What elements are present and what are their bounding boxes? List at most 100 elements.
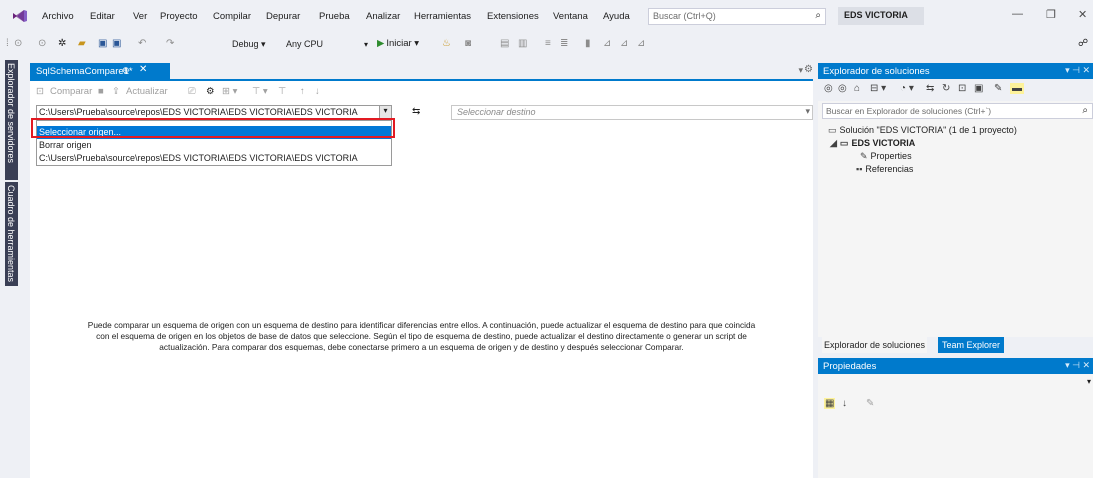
expand-icon[interactable]: ◢: [830, 138, 837, 149]
stop-icon[interactable]: ■: [98, 86, 104, 97]
switch-views-icon[interactable]: ⊟ ▾: [870, 83, 886, 94]
save-icon[interactable]: ▣: [98, 38, 107, 49]
properties-panel: Propiedades ▾ ⊣ ✕ ▾ ▦ ↓ ✎: [818, 358, 1093, 478]
bookmark-next-icon[interactable]: ⊿: [620, 38, 628, 49]
open-folder-icon[interactable]: ▰: [78, 38, 86, 49]
target-dropdown-icon[interactable]: ▾: [805, 106, 810, 117]
group-results-icon[interactable]: ⊞ ▾: [222, 86, 237, 97]
properties-wrench-icon[interactable]: ✎: [994, 83, 1002, 94]
explorer-bottom-tabs: Explorador de soluciones Team Explorer: [818, 337, 1093, 355]
search-input[interactable]: Buscar (Ctrl+Q) ⌕: [648, 8, 826, 25]
forward-icon[interactable]: ⊙: [38, 38, 46, 49]
hot-reload-icon[interactable]: ♨: [442, 38, 451, 49]
visual-studio-logo-icon: [13, 10, 27, 22]
previous-change-icon[interactable]: ↑: [300, 86, 305, 97]
panel-controls-icon[interactable]: ▾ ⊣ ✕: [1065, 360, 1090, 371]
source-value: C:\Users\Prueba\source\repos\EDS VICTORI…: [39, 107, 358, 117]
bookmark-prev-icon[interactable]: ⊿: [603, 38, 611, 49]
forward-icon[interactable]: ◎: [838, 83, 847, 94]
redo-icon[interactable]: ↷: [166, 38, 174, 49]
uncomment-icon[interactable]: ▥: [518, 38, 527, 49]
show-all-files-icon[interactable]: ▣: [974, 83, 983, 94]
pending-changes-icon[interactable]: ◔ ▾: [900, 83, 914, 94]
categorized-icon[interactable]: ▦: [824, 398, 836, 409]
tree-project[interactable]: ◢ ▭ EDS VICTORIA: [830, 138, 915, 149]
close-tab-icon[interactable]: ✕: [139, 64, 147, 75]
search-icon: ⌕: [1082, 105, 1088, 116]
minimize-icon[interactable]: —: [1012, 8, 1023, 20]
platform-value: Any CPU: [286, 39, 324, 49]
panel-controls-icon[interactable]: ▾ ⊣ ✕: [1065, 65, 1090, 76]
tab-sqlschemacompare[interactable]: SqlSchemaCompare1* ⊕ ✕: [30, 63, 170, 79]
comment-icon[interactable]: ▤: [500, 38, 509, 49]
menu-ver[interactable]: Ver: [133, 11, 147, 22]
menu-editar[interactable]: Editar: [90, 11, 115, 22]
menu-archivo[interactable]: Archivo: [42, 11, 74, 22]
tab-team-explorer[interactable]: Team Explorer: [938, 337, 1005, 353]
bookmark-clear-icon[interactable]: ⊿: [637, 38, 645, 49]
tree-references[interactable]: ▪▪ Referencias: [856, 164, 913, 174]
config-select[interactable]: Debug ▾: [228, 36, 270, 53]
tree-properties[interactable]: ✎ Properties: [860, 151, 912, 162]
screenshot-icon[interactable]: ◙: [465, 38, 471, 49]
schema-compare-toolbar: ⊡ Comparar ■ ⇪ Actualizar ⎚ ⚙ ⊞ ▾ ⊤ ▾ ⊤ …: [30, 83, 813, 101]
tab-solution-explorer[interactable]: Explorador de soluciones: [822, 337, 928, 353]
chevron-down-icon[interactable]: ▾: [1087, 377, 1091, 386]
menu-depurar[interactable]: Depurar: [266, 11, 300, 22]
option-recent-source[interactable]: C:\Users\Prueba\source\repos\EDS VICTORI…: [37, 152, 391, 165]
tree-solution[interactable]: ▭ Solución "EDS VICTORIA" (1 de 1 proyect…: [828, 125, 1017, 136]
property-pages-wrench-icon[interactable]: ✎: [866, 398, 874, 409]
update-button[interactable]: Actualizar: [126, 86, 168, 97]
undo-icon[interactable]: ↶: [138, 38, 146, 49]
tab-server-explorer[interactable]: Explorador de servidores: [5, 60, 18, 180]
home-icon[interactable]: ⌂: [854, 83, 860, 94]
target-placeholder: Seleccionar destino: [457, 107, 536, 117]
indent-icon[interactable]: ≡: [545, 38, 551, 49]
menu-ayuda[interactable]: Ayuda: [603, 11, 630, 22]
option-clear-source[interactable]: Borrar origen: [37, 139, 391, 152]
filter-settings-icon[interactable]: ⊤: [278, 86, 286, 97]
solution-explorer-search-input[interactable]: Buscar en Explorador de soluciones (Ctrl…: [822, 103, 1093, 119]
tree-label: Properties: [870, 151, 912, 161]
left-tool-strip: Explorador de servidores Cuadro de herra…: [0, 58, 22, 478]
tab-list-dropdown-icon[interactable]: ▾: [798, 65, 803, 76]
back-icon[interactable]: ◎: [824, 83, 833, 94]
description-line: actualización. Para comparar dos esquema…: [159, 342, 684, 352]
properties-object-select[interactable]: ▾: [818, 374, 1093, 392]
menu-compilar[interactable]: Compilar: [213, 11, 251, 22]
swap-source-target-icon[interactable]: ⇆: [412, 106, 420, 117]
alphabetical-icon[interactable]: ↓: [842, 398, 847, 409]
platform-select[interactable]: Any CPU: [282, 36, 327, 53]
outdent-icon[interactable]: ≣: [560, 38, 568, 49]
menu-analizar[interactable]: Analizar: [366, 11, 400, 22]
menu-extensiones[interactable]: Extensiones: [487, 11, 539, 22]
bookmark-icon[interactable]: ▮: [585, 38, 591, 49]
settings-gear-icon[interactable]: ⚙: [804, 64, 813, 75]
target-select[interactable]: Seleccionar destino ▾: [451, 105, 813, 120]
refresh-icon[interactable]: ↻: [942, 83, 950, 94]
live-share-icon[interactable]: ☍: [1078, 38, 1088, 49]
menu-herramientas[interactable]: Herramientas: [414, 11, 471, 22]
collapse-all-icon[interactable]: ⊡: [958, 83, 966, 94]
sync-icon[interactable]: ⇆: [926, 83, 934, 94]
server-explorer-label: Explorador de servidores: [6, 63, 16, 164]
menu-proyecto[interactable]: Proyecto: [160, 11, 198, 22]
next-change-icon[interactable]: ↓: [315, 86, 320, 97]
compare-button[interactable]: Comparar: [50, 86, 92, 97]
start-button[interactable]: ▶ Iniciar ▾: [377, 38, 419, 49]
tab-toolbox[interactable]: Cuadro de herramientas: [5, 182, 18, 286]
preview-icon[interactable]: ▬: [1010, 83, 1024, 94]
menu-prueba[interactable]: Prueba: [319, 11, 350, 22]
platform-dropdown-icon[interactable]: ▾: [364, 40, 368, 49]
generate-script-icon[interactable]: ⎚: [188, 86, 196, 97]
pin-icon[interactable]: ⊕: [122, 65, 130, 76]
back-icon[interactable]: ⊙: [14, 38, 22, 49]
menu-ventana[interactable]: Ventana: [553, 11, 588, 22]
close-window-icon[interactable]: ✕: [1078, 8, 1087, 21]
restore-icon[interactable]: ❐: [1046, 8, 1056, 21]
new-project-icon[interactable]: ✲: [58, 38, 66, 49]
solution-explorer-panel: Explorador de soluciones ▾ ⊣ ✕ ◎ ◎ ⌂ ⊟ ▾…: [818, 63, 1093, 355]
filter-icon[interactable]: ⊤ ▾: [252, 86, 268, 97]
save-all-icon[interactable]: ▣: [112, 38, 121, 49]
options-gear-icon[interactable]: ⚙: [206, 86, 215, 97]
